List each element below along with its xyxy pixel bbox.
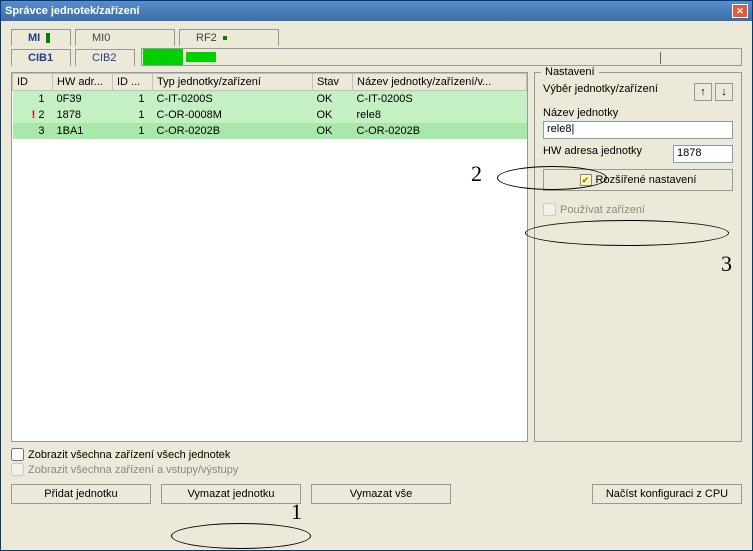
use-device-checkbox: Používat zařízení xyxy=(543,203,733,216)
settings-panel: Nastavení Výběr jednotky/zařízení ↑ ↓ Ná… xyxy=(534,72,742,442)
table-row[interactable]: ! 218781C-OR-0008MOKrele8 xyxy=(13,107,527,123)
bar-tick-icon xyxy=(660,52,661,64)
show-all-checkbox[interactable]: Zobrazit všechna zařízení všech jednotek xyxy=(11,448,742,461)
advanced-label: Rozšířené nastavení xyxy=(596,174,697,186)
arrow-down-icon[interactable]: ↓ xyxy=(715,83,733,101)
advanced-settings-button[interactable]: ✔ Rozšířené nastavení xyxy=(543,169,733,191)
bar-segment-icon xyxy=(186,52,216,62)
table-row[interactable]: 31BA11C-OR-0202BOKC-OR-0202B xyxy=(13,123,527,139)
load-config-button[interactable]: Načíst konfiguraci z CPU xyxy=(592,484,742,504)
usage-bar xyxy=(141,48,742,66)
delete-unit-button[interactable]: Vymazat jednotku xyxy=(161,484,301,504)
table-row[interactable]: 10F391C-IT-0200SOKC-IT-0200S xyxy=(13,91,527,108)
settings-legend: Nastavení xyxy=(541,66,599,78)
warning-icon: ! xyxy=(32,109,36,121)
bottom-controls: Zobrazit všechna zařízení všech jednotek… xyxy=(11,448,742,504)
table-header-row: ID HW adr... ID ... Typ jednotky/zařízen… xyxy=(13,74,527,91)
col-id[interactable]: ID xyxy=(13,74,53,91)
select-label: Výběr jednotky/zařízení xyxy=(543,83,658,95)
show-io-checkbox: Zobrazit všechna zařízení a vstupy/výstu… xyxy=(11,463,742,476)
add-unit-button[interactable]: Přidat jednotku xyxy=(11,484,151,504)
device-manager-window: Správce jednotek/zařízení ✕ MI MI0 RF2 C… xyxy=(0,0,753,551)
col-type[interactable]: Typ jednotky/zařízení xyxy=(153,74,313,91)
delete-all-button[interactable]: Vymazat vše xyxy=(311,484,451,504)
use-device-input xyxy=(543,203,556,216)
bar-segment-icon xyxy=(143,49,183,65)
unit-name-input[interactable]: rele8| xyxy=(543,121,733,139)
tab-cib2[interactable]: CIB2 xyxy=(75,49,135,66)
hw-label: HW adresa jednotky xyxy=(543,145,642,157)
tab-cib1[interactable]: CIB1 xyxy=(11,49,71,66)
col-id2[interactable]: ID ... xyxy=(113,74,153,91)
arrow-up-icon[interactable]: ↑ xyxy=(694,83,712,101)
tab-rf2[interactable]: RF2 xyxy=(179,29,279,46)
col-hw[interactable]: HW adr... xyxy=(53,74,113,91)
status-dot-icon xyxy=(223,36,227,40)
col-name[interactable]: Název jednotky/zařízení/v... xyxy=(353,74,527,91)
hw-address-input[interactable]: 1878 xyxy=(673,145,733,163)
device-table[interactable]: ID HW adr... ID ... Typ jednotky/zařízen… xyxy=(11,72,528,442)
close-icon[interactable]: ✕ xyxy=(732,4,748,18)
check-icon: ✔ xyxy=(580,174,592,186)
name-label: Název jednotky xyxy=(543,107,733,119)
tab-mi0[interactable]: MI0 xyxy=(75,29,175,46)
titlebar: Správce jednotek/zařízení ✕ xyxy=(1,1,752,21)
col-state[interactable]: Stav xyxy=(313,74,353,91)
window-title: Správce jednotek/zařízení xyxy=(5,5,732,17)
status-dot-icon xyxy=(46,33,50,43)
show-io-input xyxy=(11,463,24,476)
annotation-oval xyxy=(171,523,311,549)
show-all-input[interactable] xyxy=(11,448,24,461)
tab-mi[interactable]: MI xyxy=(11,29,71,46)
